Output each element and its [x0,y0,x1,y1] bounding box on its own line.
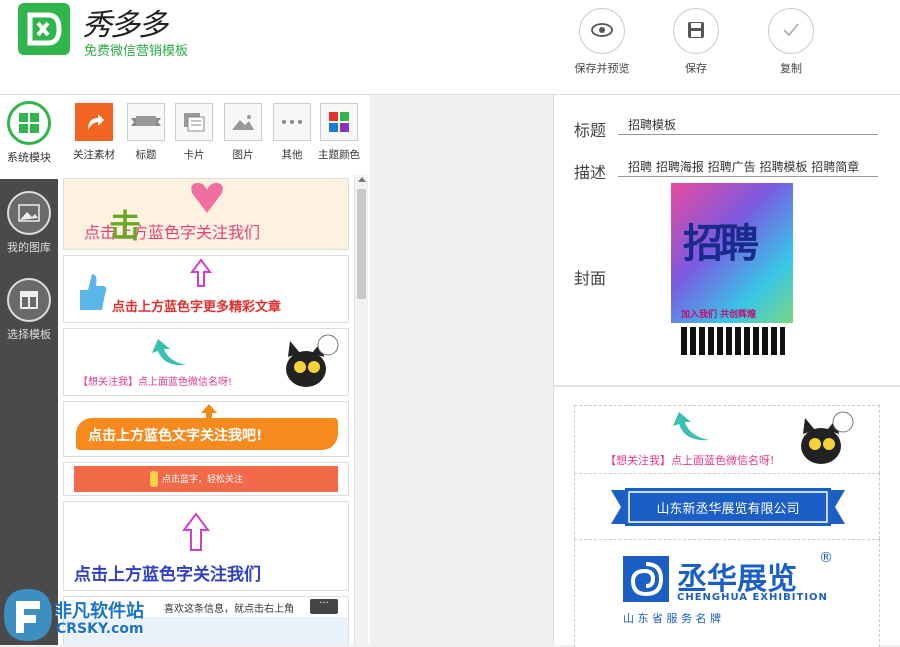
spiral-logo-icon [623,556,669,602]
nav-my-gallery-label: 我的图库 [7,241,51,254]
left-nav: 系统模块 我的图库 选择模板 [0,95,58,645]
up-arrow-icon [182,512,210,551]
cover-small-text: 加入我们 共创辉煌 [681,310,757,320]
more-dots-icon: ··· [310,599,338,614]
card-icon [175,103,213,141]
save-button[interactable]: 保存 [661,8,731,76]
image-icon [7,191,51,235]
category-bar: 关注素材 标题 卡片 图片 其他 主题颜色 [58,95,370,175]
cover-image[interactable]: 招聘 加入我们 共创辉煌 [671,183,793,359]
grid-icon [7,101,51,145]
eye-icon [591,22,613,40]
nav-choose-template[interactable]: 选择模板 [0,278,58,342]
cat-image[interactable]: 图片 [219,103,267,162]
cat-mascot-icon [801,411,854,464]
template-text: 【想关注我】点上面蓝色微信名呀! [78,377,233,388]
save-and-preview-button[interactable]: 保存并预览 [567,8,637,76]
cover-label: 封面 [574,269,607,288]
picture-icon [224,103,262,141]
nav-system-modules-label: 系统模块 [7,151,51,164]
ribbon-icon [127,103,165,141]
article-settings-panel: 标题 招聘模板 描述 招聘 招聘海报 招聘广告 招聘模板 招聘简章 封面 招聘 … [553,95,900,385]
people-silhouettes [681,327,785,355]
top-toolbar: 秀多多 免费微信营销模板 保存并预览 保存 复制 [0,0,900,95]
template-text: 点击上方蓝色字关注我们 [74,565,261,585]
cat-theme-color[interactable]: 主题颜色 [315,103,363,162]
preview-block-banner[interactable]: 山东新丞华展览有限公司 [574,473,880,539]
scroll-up-icon[interactable] [358,177,366,182]
color-grid-icon [320,103,358,141]
watermark-logo-icon [4,589,52,641]
title-input[interactable]: 招聘模板 [618,115,878,135]
nav-system-modules[interactable]: 系统模块 [0,95,58,179]
character-icon [150,471,158,487]
arrow-curve-icon [75,103,113,141]
curved-arrow-icon [152,339,186,366]
template-item[interactable]: 点击蓝字，轻松关注 [63,462,349,496]
heart-arrow-icon [191,183,223,213]
preview-brand-tag: 山 东 省 服 务 名 牌 [623,612,721,625]
description-label: 描述 [574,163,607,182]
cat-title[interactable]: 标题 [122,103,170,162]
nav-choose-template-label: 选择模板 [7,328,51,341]
template-text: 点击上方蓝色字更多精彩文章 [112,300,282,315]
template-item[interactable]: 点击上方蓝色字更多精彩文章 [63,255,349,323]
preview-block-logo[interactable]: 丞华展览 ® CHENGHUA EXHIBITION 山 东 省 服 务 名 牌 [574,539,880,647]
description-input[interactable]: 招聘 招聘海报 招聘广告 招聘模板 招聘简章 [618,157,878,177]
template-text: 喜欢这条信息，就点击右上角 [164,604,294,615]
template-item[interactable]: 点击上方蓝色文字关注我吧! [63,401,349,457]
template-item[interactable]: 点击上方蓝色字关注我们 击 [63,178,349,250]
template-text-big: 击 [109,207,142,245]
preview-company-name: 山东新丞华展览有限公司 [656,502,800,517]
up-arrow-icon [190,258,212,287]
brand-slogan: 免费微信营销模板 [84,44,189,59]
more-dots-icon [273,103,311,141]
template-text: 点击上方蓝色文字关注我吧! [88,428,263,444]
save-label: 保存 [685,62,707,75]
check-icon [782,22,800,41]
save-and-preview-label: 保存并预览 [574,62,630,75]
cat-other[interactable]: 其他 [268,103,316,162]
preview-follow-text: 【想关注我】点上面蓝色微信名呀! [605,454,775,467]
cover-big-text: 招聘 [683,221,759,267]
curved-arrow-icon [673,412,709,441]
watermark-cn: 非凡软件站 [54,601,144,622]
template-item[interactable]: 【想关注我】点上面蓝色微信名呀! [63,328,349,396]
phone-preview: 【想关注我】点上面蓝色微信名呀! 山东新丞华展览有限公司 丞华展览 ® CHEN… [553,385,900,647]
template-item[interactable]: 点击上方蓝色字关注我们 [63,501,349,591]
copy-button[interactable]: 复制 [756,8,826,76]
preview-block-follow[interactable]: 【想关注我】点上面蓝色微信名呀! [574,405,880,473]
site-watermark: 非凡软件站 CRSKY.com [0,585,180,645]
cat-follow-material[interactable]: 关注素材 [70,103,118,162]
cat-label: 其他 [281,149,303,161]
copy-label: 复制 [780,62,802,75]
template-icon [7,278,51,322]
watermark-en: CRSKY.com [56,621,144,637]
cat-label: 卡片 [183,149,205,161]
brand-name: 秀多多 [82,8,168,43]
preview-brand-en: CHENGHUA EXHIBITION [677,592,828,603]
cat-label: 关注素材 [73,149,115,161]
thumbs-up-icon [80,274,107,310]
title-label: 标题 [574,121,607,140]
template-text: 点击蓝字，轻松关注 [162,475,244,485]
template-list-scrollbar[interactable] [354,175,368,645]
cat-card[interactable]: 卡片 [170,103,218,162]
nav-my-gallery[interactable]: 我的图库 [0,191,58,255]
app-logo [18,3,70,55]
cat-label: 图片 [232,149,254,161]
template-list: 点击上方蓝色字关注我们 击 点击上方蓝色字更多精彩文章 【想关注我】点上面蓝色微… [58,175,370,645]
cat-label: 标题 [135,149,157,161]
floppy-icon [687,21,705,42]
cat-mascot-icon [286,334,339,387]
cat-label: 主题颜色 [318,149,360,161]
scrollbar-thumb[interactable] [357,189,366,299]
